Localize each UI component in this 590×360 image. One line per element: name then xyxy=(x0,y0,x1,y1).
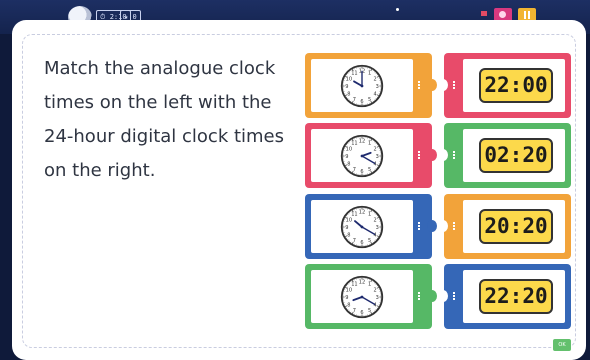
digital-clock-time: 22:00 xyxy=(479,68,553,103)
connector-knob xyxy=(427,220,437,232)
clock-panel: 123456789101112 xyxy=(311,59,413,112)
digital-clock-time: 02:20 xyxy=(479,138,553,173)
svg-text:2: 2 xyxy=(374,76,377,82)
flag-icon[interactable] xyxy=(481,11,487,16)
svg-text:5: 5 xyxy=(368,308,371,314)
svg-text:12: 12 xyxy=(359,139,365,145)
clock-tile[interactable]: 123456789101112 xyxy=(305,194,437,259)
svg-text:1: 1 xyxy=(368,212,371,218)
digital-panel: 22:00 xyxy=(463,59,565,112)
clock-tile[interactable]: 123456789101112 xyxy=(305,53,437,118)
digital-time-tile[interactable]: 02:20 xyxy=(438,123,571,188)
connector-knob xyxy=(427,290,437,302)
svg-text:9: 9 xyxy=(345,225,348,231)
connector-socket xyxy=(438,290,448,302)
svg-text:11: 11 xyxy=(351,212,357,218)
clock-tile[interactable]: 123456789101112 xyxy=(305,123,437,188)
digital-time-tile[interactable]: 20:20 xyxy=(438,194,571,259)
user-icon xyxy=(499,11,506,18)
svg-text:1: 1 xyxy=(368,141,371,147)
drag-handle-icon[interactable] xyxy=(453,292,457,300)
analogue-clock: 123456789101112 xyxy=(340,205,384,249)
status-dot xyxy=(396,8,399,11)
svg-text:3: 3 xyxy=(376,84,379,90)
svg-text:8: 8 xyxy=(347,161,350,167)
svg-text:7: 7 xyxy=(353,308,356,314)
svg-text:3: 3 xyxy=(376,225,379,231)
analogue-clock: 123456789101112 xyxy=(340,134,384,178)
clock-panel: 123456789101112 xyxy=(311,200,413,253)
drag-handle-icon[interactable] xyxy=(418,151,422,159)
digital-panel: 20:20 xyxy=(463,200,565,253)
svg-text:5: 5 xyxy=(368,238,371,244)
svg-text:7: 7 xyxy=(353,167,356,173)
svg-text:3: 3 xyxy=(376,295,379,301)
analogue-clock: 123456789101112 xyxy=(340,275,384,319)
clock-panel: 123456789101112 xyxy=(311,129,413,182)
drag-handle-icon[interactable] xyxy=(418,222,422,230)
svg-text:7: 7 xyxy=(353,97,356,103)
connector-socket xyxy=(438,79,448,91)
connector-socket xyxy=(438,149,448,161)
svg-text:1: 1 xyxy=(368,282,371,288)
digital-clock-time: 22:20 xyxy=(479,279,553,314)
svg-text:9: 9 xyxy=(345,84,348,90)
digital-panel: 02:20 xyxy=(463,129,565,182)
digital-time-tile[interactable]: 22:00 xyxy=(438,53,571,118)
svg-text:7: 7 xyxy=(353,238,356,244)
clock-tile[interactable]: 123456789101112 xyxy=(305,264,437,329)
clock-panel: 123456789101112 xyxy=(311,270,413,323)
svg-text:11: 11 xyxy=(351,141,357,147)
digital-time-tile[interactable]: 22:20 xyxy=(438,264,571,329)
drag-handle-icon[interactable] xyxy=(453,222,457,230)
svg-text:12: 12 xyxy=(359,210,365,216)
svg-text:8: 8 xyxy=(347,302,350,308)
svg-text:2: 2 xyxy=(374,146,377,152)
svg-text:2: 2 xyxy=(374,217,377,223)
connector-socket xyxy=(438,220,448,232)
digital-clock-time: 20:20 xyxy=(479,209,553,244)
svg-text:9: 9 xyxy=(345,295,348,301)
svg-text:11: 11 xyxy=(351,71,357,77)
svg-text:8: 8 xyxy=(347,232,350,238)
pause-icon xyxy=(528,11,530,19)
drag-handle-icon[interactable] xyxy=(453,81,457,89)
connector-knob xyxy=(427,149,437,161)
drag-handle-icon[interactable] xyxy=(418,81,422,89)
svg-text:2: 2 xyxy=(374,287,377,293)
svg-text:9: 9 xyxy=(345,154,348,160)
drag-handle-icon[interactable] xyxy=(418,292,422,300)
svg-text:5: 5 xyxy=(368,167,371,173)
svg-text:11: 11 xyxy=(351,282,357,288)
digital-panel: 22:20 xyxy=(463,270,565,323)
submit-label: OK xyxy=(558,342,566,348)
drag-handle-icon[interactable] xyxy=(453,151,457,159)
pause-icon xyxy=(524,11,526,19)
svg-text:4: 4 xyxy=(374,91,377,97)
svg-text:8: 8 xyxy=(347,91,350,97)
svg-text:12: 12 xyxy=(359,280,365,286)
question-text: Match the analogue clock times on the le… xyxy=(44,58,285,181)
svg-text:1: 1 xyxy=(368,71,371,77)
analogue-clock: 123456789101112 xyxy=(340,64,384,108)
submit-button[interactable]: OK xyxy=(553,339,571,351)
svg-text:5: 5 xyxy=(368,97,371,103)
svg-text:3: 3 xyxy=(376,154,379,160)
connector-knob xyxy=(427,79,437,91)
